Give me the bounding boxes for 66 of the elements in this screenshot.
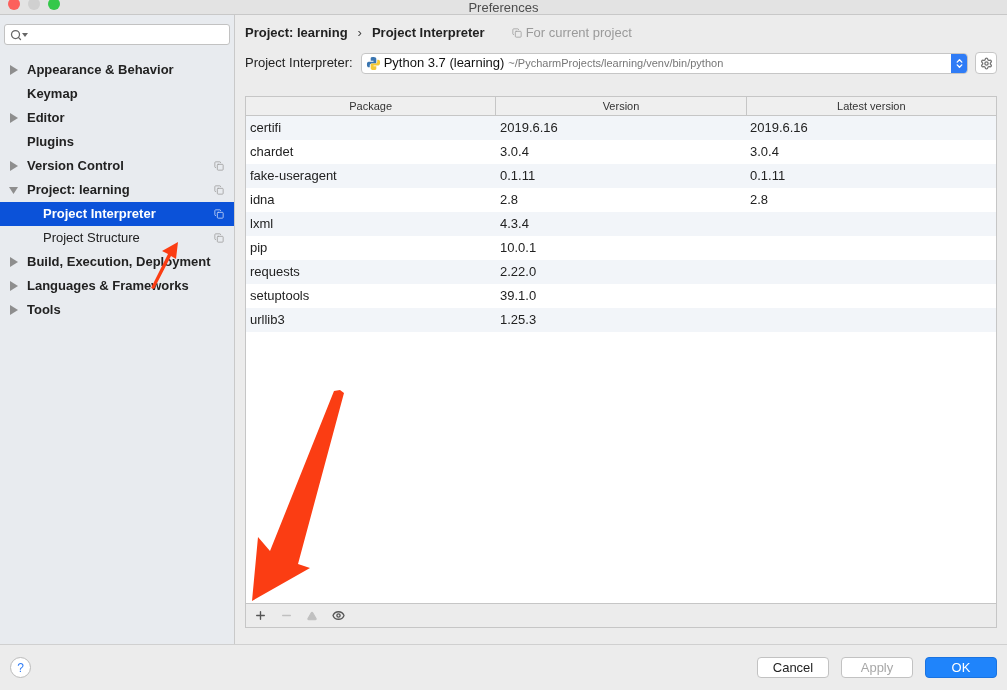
table-cell-text: 0.1.11 [500, 167, 536, 186]
window-title: Preferences [468, 0, 539, 14]
table-cell-text: chardet [250, 143, 294, 162]
close-button[interactable] [8, 0, 20, 10]
table-cell-text: 10.0.1 [500, 239, 537, 258]
table-cell-text: lxml [250, 215, 274, 234]
table-cell-text: 1.25.3 [500, 311, 537, 330]
interpreter-path: ~/PycharmProjects/learning/venv/bin/python [508, 55, 725, 71]
caret-right-icon[interactable] [9, 65, 18, 75]
table-cell-text: pip [250, 239, 268, 258]
caret-right-icon[interactable] [9, 161, 18, 171]
table-cell-text: 2019.6.16 [750, 119, 808, 138]
triangle-icon [307, 610, 317, 621]
sidebar-item[interactable]: Version Control [0, 154, 234, 178]
table-cell-text: 4.3.4 [500, 215, 529, 234]
table-cell-text: requests [250, 263, 300, 282]
caret-right-icon[interactable] [9, 113, 18, 123]
eye-icon [331, 609, 345, 622]
table-cell-text: 39.1.0 [500, 287, 537, 306]
table-cell-text: 3.0.4 [750, 143, 779, 162]
table-cell-text: urllib3 [250, 311, 285, 330]
plus-icon [253, 609, 267, 622]
column-header[interactable]: Package [246, 97, 496, 115]
table-cell-text: setuptools [250, 287, 310, 306]
interpreter-name: Python 3.7 (learning) [383, 54, 505, 73]
caret-right-icon[interactable] [9, 281, 18, 291]
copy-icon [511, 28, 522, 38]
sidebar-item[interactable]: Languages & Frameworks [0, 274, 234, 298]
scope-note: For current project [525, 24, 632, 43]
dialog-button[interactable]: OK [925, 657, 997, 678]
column-header[interactable]: Version [495, 97, 746, 115]
sidebar-item[interactable]: Project Interpreter [0, 202, 234, 226]
dialog-button[interactable]: Cancel [757, 657, 829, 678]
sidebar-item[interactable]: Appearance & Behavior [0, 58, 234, 82]
gear-icon [979, 56, 993, 70]
zoom-button[interactable] [48, 0, 60, 10]
table-cell-text: 3.0.4 [500, 143, 529, 162]
sidebar-item[interactable]: Project: learning [0, 178, 234, 202]
table-cell-text: 2019.6.16 [500, 119, 558, 138]
caret-right-icon[interactable] [9, 305, 18, 315]
table-cell-text: 2.8 [500, 191, 519, 210]
table-cell-text: certifi [250, 119, 282, 138]
sidebar-item[interactable]: Project Structure [0, 226, 234, 250]
table-cell-text: 2.8 [750, 191, 769, 210]
search-field[interactable] [4, 24, 230, 45]
table-cell-text: idna [250, 191, 275, 210]
table-cell-text: fake-useragent [250, 167, 337, 186]
help-button[interactable]: ? [10, 657, 31, 678]
interpreter-dropdown[interactable]: Python 3.7 (learning) ~/PycharmProjects/learning/venv/bin/python [360, 52, 968, 74]
interpreter-label: Project Interpreter: [245, 54, 353, 73]
search-icon [10, 28, 22, 41]
python-logo-icon [365, 55, 381, 71]
sidebar-item[interactable]: Keymap [0, 82, 234, 106]
sidebar-item[interactable]: Plugins [0, 130, 234, 154]
breadcrumb-parent[interactable]: Project: learning [245, 23, 348, 43]
sidebar-item[interactable]: Editor [0, 106, 234, 130]
caret-down-icon[interactable] [9, 185, 18, 195]
caret-down-icon [22, 32, 28, 37]
column-header[interactable]: Latest version [745, 97, 996, 115]
settings-button[interactable] [975, 52, 997, 74]
table-cell-text: 0.1.11 [750, 167, 786, 186]
table-cell-text: 2.22.0 [500, 263, 537, 282]
breadcrumb-current: Project Interpreter [371, 24, 485, 43]
breadcrumb-separator: › [357, 24, 362, 43]
sidebar-item[interactable]: Tools [0, 298, 234, 322]
caret-right-icon[interactable] [9, 257, 18, 267]
